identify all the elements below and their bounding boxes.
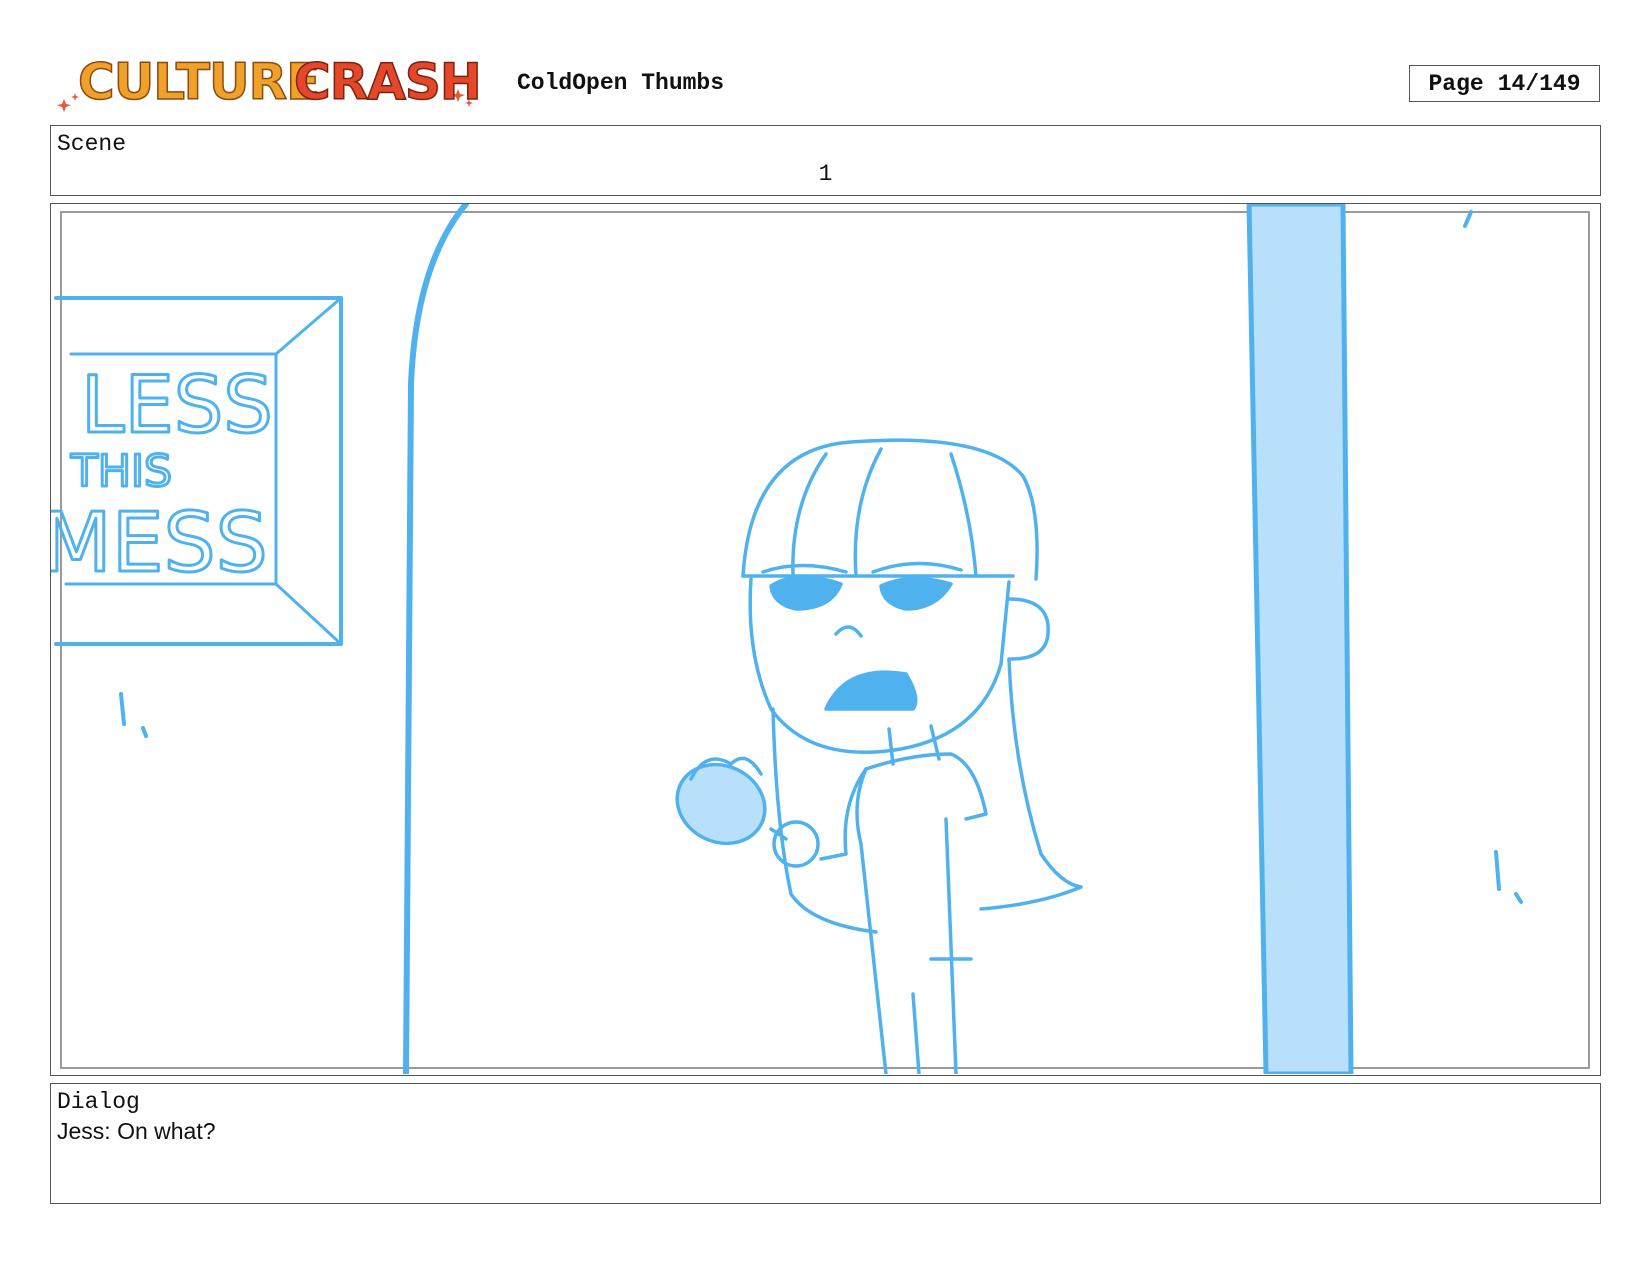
sign-line-3: MESS: [51, 496, 268, 591]
page-value: 14/149: [1497, 70, 1581, 97]
scene-label: Scene: [57, 131, 127, 157]
scene-box: Scene 1: [50, 125, 1601, 196]
wall-mark-right: [1494, 850, 1523, 904]
sign-line-1: LESS: [81, 361, 273, 451]
wall-mark-top: [1463, 210, 1473, 228]
storyboard-panel: LESS THIS MESS: [50, 203, 1601, 1076]
document-title: ColdOpen Thumbs: [517, 70, 725, 96]
panel-sketch: LESS THIS MESS: [51, 204, 1590, 1074]
logo-crash-text: CRASH: [294, 53, 481, 111]
logo-culture-text: CULTURE: [78, 53, 319, 111]
scene-number: 1: [818, 161, 833, 187]
dialog-text: Jess: On what?: [57, 1118, 216, 1144]
sign-line-2: THIS: [70, 446, 172, 497]
wall-sign: LESS THIS MESS: [51, 296, 343, 646]
culture-crash-logo: CULTURE CRASH: [57, 52, 483, 112]
jess-character: [675, 438, 1083, 1074]
doorway-left-edge: [403, 204, 469, 1074]
dialog-label: Dialog: [57, 1089, 140, 1115]
wall-mark-left: [119, 692, 148, 738]
dialog-box: Dialog Jess: On what?: [50, 1083, 1601, 1204]
page-counter: Page 14/149: [1409, 65, 1600, 102]
page-label: Page: [1428, 70, 1484, 97]
right-pillar: [1246, 204, 1354, 1074]
